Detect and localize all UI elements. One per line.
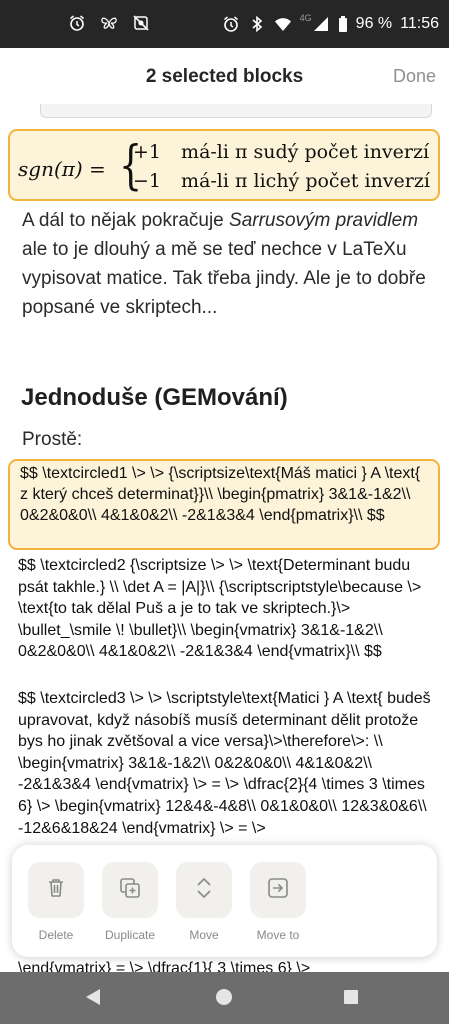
wifi-icon — [274, 15, 292, 33]
delete-button[interactable] — [28, 862, 84, 918]
case-row-1: +1 má-li π sudý počet inverzí — [133, 141, 429, 163]
move-to-icon — [265, 875, 291, 906]
case-row-2: −1 má-li π lichý počet inverzí — [133, 170, 430, 192]
signal-icon — [312, 15, 330, 33]
section-heading[interactable]: Jednoduše (GEMování) — [21, 384, 288, 412]
battery-icon — [338, 15, 348, 33]
sign-formula: sgn(π) = { +1 má-li π sudý počet inverzí… — [18, 137, 430, 195]
latex-block[interactable]: $$ \textcircled3 \> \> \scriptstyle\text… — [18, 688, 432, 846]
case-text: má-li π lichý počet inverzí — [181, 170, 430, 192]
recent-apps-icon[interactable] — [344, 990, 358, 1004]
formula-lhs: sgn(π) = — [18, 157, 106, 181]
status-left-icons — [68, 14, 150, 32]
selection-action-sheet: Delete Duplicate Move Move to — [12, 845, 437, 957]
duplicate-icon — [117, 875, 143, 906]
done-button[interactable]: Done — [393, 66, 436, 87]
emphasis-text: Sarrusovým pravidlem — [229, 210, 419, 231]
move-to-button[interactable] — [250, 862, 306, 918]
move-button[interactable] — [176, 862, 232, 918]
network-type-label: 4G — [299, 13, 312, 23]
move-icon — [191, 875, 217, 906]
text-block[interactable]: Prostě: — [22, 425, 432, 454]
latex-block[interactable]: $$ \textcircled2 {\scriptsize \> \> \tex… — [18, 555, 432, 663]
move-to-action[interactable]: Move to — [250, 862, 306, 942]
delete-action[interactable]: Delete — [28, 862, 84, 942]
butterfly-icon — [100, 14, 118, 32]
case-value: +1 — [133, 141, 162, 163]
duplicate-action[interactable]: Duplicate — [102, 862, 158, 942]
text-block[interactable]: A dál to nějak pokračuje Sarrusovým prav… — [22, 206, 432, 322]
previous-block-fragment[interactable] — [40, 104, 432, 118]
latex-block-selected[interactable]: $$ \textcircled1 \> \> {\scriptsize\text… — [8, 459, 440, 550]
bluetooth-icon — [248, 15, 266, 33]
system-nav-bar — [0, 972, 449, 1024]
case-value: −1 — [133, 170, 162, 192]
move-action[interactable]: Move — [176, 862, 232, 942]
action-label: Delete — [38, 928, 74, 942]
status-right: 4G 96 % 11:56 — [222, 13, 439, 35]
clock: 11:56 — [400, 15, 439, 32]
crossed-notification-icon — [132, 14, 150, 32]
action-list: Delete Duplicate Move Move to — [28, 862, 306, 942]
back-icon[interactable] — [86, 989, 100, 1005]
home-icon[interactable] — [216, 989, 232, 1005]
duplicate-button[interactable] — [102, 862, 158, 918]
battery-percent: 96 % — [355, 15, 393, 32]
status-bar: 4G 96 % 11:56 — [0, 0, 449, 48]
trash-icon — [43, 875, 69, 906]
action-label: Duplicate — [104, 928, 156, 942]
action-label: Move — [189, 928, 219, 942]
alarm-icon — [68, 14, 86, 32]
paragraph-text: A dál to nějak pokračuje — [22, 210, 230, 231]
page-title: 2 selected blocks — [145, 66, 304, 87]
alarm-icon — [222, 15, 240, 33]
action-label: Move to — [256, 928, 300, 942]
app-header: 2 selected blocks Done — [0, 48, 449, 106]
case-text: má-li π sudý počet inverzí — [181, 141, 430, 163]
paragraph-text: ale to je dlouhý a mě se teď nechce v La… — [22, 239, 426, 318]
math-block-selected[interactable]: sgn(π) = { +1 má-li π sudý počet inverzí… — [8, 129, 440, 201]
